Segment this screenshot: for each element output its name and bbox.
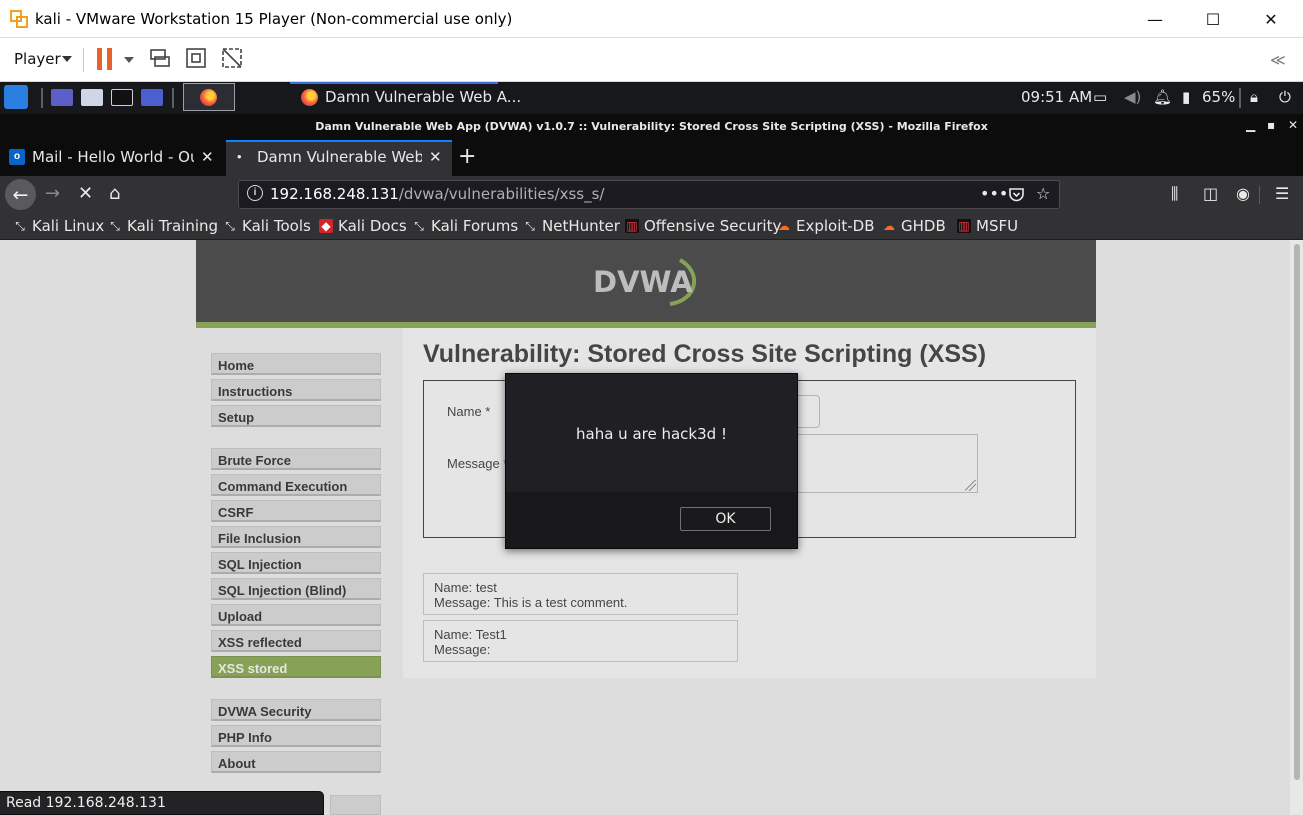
bookmark-msfu[interactable]: ▥ MSFU [957, 217, 1018, 235]
panel-clock[interactable]: 09:51 AM [1021, 88, 1092, 106]
offsec-icon: ▥ [625, 219, 639, 233]
lock-icon[interactable]: 🔒︎ [1250, 88, 1258, 106]
battery-icon[interactable]: ▮ [1182, 88, 1190, 106]
pause-icon[interactable] [107, 48, 112, 70]
battery-percentage: 65% [1202, 88, 1236, 106]
home-icon[interactable]: ⌂ [109, 183, 120, 204]
back-arrow-icon[interactable]: ← [5, 179, 36, 210]
alert-message: haha u are hack3d ! [576, 425, 727, 443]
vmware-window-title: kali - VMware Workstation 15 Player (Non… [35, 10, 513, 28]
display-icon[interactable]: ▭ [1093, 88, 1107, 106]
kali-dragon-icon: ⤡ [110, 219, 120, 233]
maximize-button[interactable]: ☐ [1184, 0, 1242, 38]
site-info-icon[interactable]: i [247, 185, 263, 201]
send-ctrl-alt-del-icon[interactable] [148, 46, 172, 70]
page-scrollbar-thumb[interactable] [1294, 244, 1300, 780]
vmware-logo-icon [10, 10, 28, 28]
toolbar-divider [1259, 186, 1260, 204]
url-text[interactable]: 192.168.248.131/dvwa/vulnerabilities/xss… [270, 185, 605, 203]
kali-dragon-icon: ⤡ [15, 219, 25, 233]
bookmark-offensive-security[interactable]: ▥ Offensive Security [625, 217, 781, 235]
stop-loading-icon[interactable]: ✕ [78, 183, 93, 204]
terminal-icon[interactable] [111, 89, 133, 106]
page-actions-icon[interactable]: ••• [980, 184, 1008, 203]
chevron-down-icon [62, 56, 72, 62]
kali-dragon-icon: ⤡ [525, 219, 535, 233]
firefox-window-title: Damn Vulnerable Web App (DVWA) v1.0.7 ::… [315, 120, 988, 133]
bookmark-kali-linux[interactable]: ⤡ Kali Linux [13, 217, 104, 235]
tab-label: Mail - Hello World - Outlook [32, 148, 194, 166]
new-tab-icon[interactable]: + [458, 144, 476, 169]
panel-separator [172, 88, 174, 108]
hamburger-menu-icon[interactable]: ☰ [1275, 184, 1289, 203]
close-tab-icon[interactable]: ✕ [201, 148, 214, 166]
volume-icon[interactable]: ◀) [1124, 88, 1141, 106]
panel-separator [1239, 88, 1241, 108]
ok-button[interactable]: OK [680, 507, 771, 531]
bookmark-ghdb[interactable]: ☁︎ GHDB [882, 217, 946, 235]
firefox-maximize-icon[interactable]: ▪ [1267, 118, 1275, 132]
bookmark-exploit-db[interactable]: ☁︎ Exploit-DB [777, 217, 875, 235]
firefox-close-icon[interactable]: ✕ [1288, 118, 1298, 132]
loading-dot-icon: • [237, 149, 242, 164]
power-icon[interactable]: ⏻ [1279, 88, 1291, 106]
exploitdb-icon: ☁︎ [883, 219, 895, 233]
forward-arrow-icon[interactable]: → [45, 183, 60, 204]
file-manager-icon[interactable] [81, 89, 103, 106]
close-tab-icon[interactable]: ✕ [429, 148, 442, 166]
bookmark-kali-docs[interactable]: ◆ Kali Docs [319, 217, 407, 235]
outlook-icon: o [9, 149, 25, 165]
bookmark-nethunter[interactable]: ⤡ NetHunter [523, 217, 620, 235]
offsec-icon: ▥ [957, 219, 971, 233]
bookmark-star-icon[interactable]: ☆ [1036, 184, 1050, 203]
account-icon[interactable]: ◉ [1236, 184, 1250, 203]
toolbar-divider [83, 48, 84, 72]
workspace-icon[interactable] [51, 89, 73, 106]
firefox-minimize-icon[interactable]: ▁ [1246, 118, 1255, 132]
status-text: Read 192.168.248.131 [6, 795, 166, 811]
sidebar-icon[interactable]: ◫ [1203, 184, 1218, 203]
tab-label: Damn Vulnerable Web App [257, 148, 422, 166]
pocket-icon[interactable] [1008, 186, 1025, 203]
library-icon[interactable]: ⫼ [1171, 184, 1178, 204]
bookmark-kali-forums[interactable]: ⤡ Kali Forums [412, 217, 518, 235]
minimize-button[interactable]: — [1126, 0, 1184, 38]
taskbar-window-label: Damn Vulnerable Web A... [325, 88, 522, 106]
firefox-icon [200, 89, 217, 106]
bookmark-kali-training[interactable]: ⤡ Kali Training [108, 217, 218, 235]
kali-docs-icon: ◆ [319, 219, 333, 233]
close-button[interactable]: ✕ [1242, 0, 1300, 38]
panel-separator [41, 88, 43, 108]
pause-icon[interactable] [97, 48, 102, 70]
firefox-icon [301, 89, 318, 106]
exploitdb-icon: ☁︎ [778, 219, 790, 233]
fit-guest-icon[interactable] [184, 46, 208, 70]
kali-dragon-icon: ⤡ [225, 219, 235, 233]
chevron-down-icon[interactable] [124, 57, 134, 63]
player-menu-button[interactable]: Player [14, 50, 61, 68]
notification-bell-icon[interactable]: 🔔︎ [1153, 88, 1172, 106]
kali-dragon-icon: ⤡ [414, 219, 424, 233]
screen-recorder-icon[interactable] [141, 89, 163, 106]
bookmark-kali-tools[interactable]: ⤡ Kali Tools [223, 217, 311, 235]
collapse-toolbar-icon[interactable]: ≪ [1270, 51, 1286, 69]
kali-menu-icon[interactable] [4, 85, 28, 109]
unity-mode-icon[interactable] [220, 46, 244, 70]
